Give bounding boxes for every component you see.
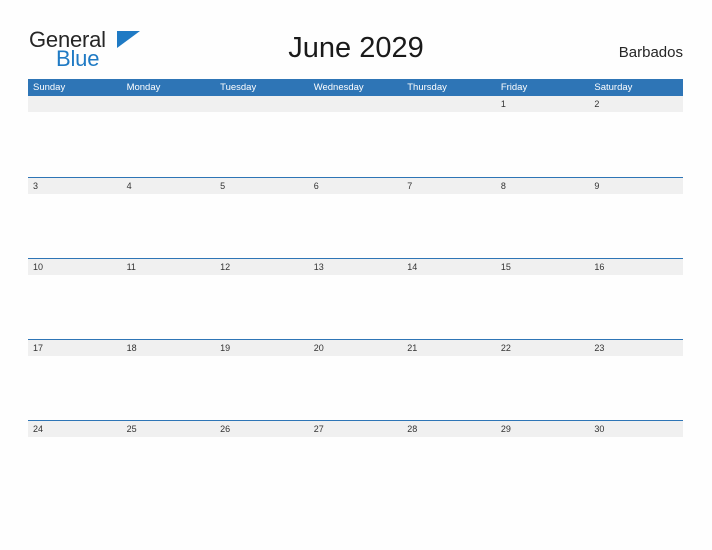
page-title: June 2029 bbox=[288, 32, 424, 64]
weekday-header-monday: Monday bbox=[126, 82, 161, 93]
day-cell[interactable]: 1 bbox=[496, 96, 590, 112]
day-cell[interactable]: 26 bbox=[215, 421, 309, 437]
day-cell[interactable]: 9 bbox=[589, 178, 683, 194]
weekday-header-thursday: Thursday bbox=[407, 82, 447, 93]
day-cell[interactable]: 19 bbox=[215, 340, 309, 356]
day-cell[interactable]: 14 bbox=[402, 259, 496, 275]
day-cell[interactable] bbox=[402, 96, 496, 112]
day-cell[interactable]: 28 bbox=[402, 421, 496, 437]
day-cell[interactable]: 8 bbox=[496, 178, 590, 194]
day-cell[interactable]: 20 bbox=[309, 340, 403, 356]
week-row: 17 18 19 20 21 22 23 bbox=[28, 339, 683, 420]
day-cell[interactable]: 17 bbox=[28, 340, 122, 356]
week-note-area[interactable] bbox=[28, 437, 683, 501]
day-cell[interactable]: 25 bbox=[122, 421, 216, 437]
day-cell[interactable]: 12 bbox=[215, 259, 309, 275]
weekday-header-saturday: Saturday bbox=[594, 82, 633, 93]
day-cell[interactable] bbox=[28, 96, 122, 112]
week-row: 1 2 bbox=[28, 96, 683, 177]
week-date-band: 24 25 26 27 28 29 30 bbox=[28, 420, 683, 437]
week-date-band: 3 4 5 6 7 8 9 bbox=[28, 177, 683, 194]
day-cell[interactable] bbox=[215, 96, 309, 112]
week-row: 3 4 5 6 7 8 9 bbox=[28, 177, 683, 258]
page-header: General Blue June 2029 Barbados bbox=[0, 0, 712, 78]
day-cell[interactable]: 4 bbox=[122, 178, 216, 194]
weekday-header-sunday: Sunday bbox=[33, 82, 66, 93]
day-cell[interactable]: 24 bbox=[28, 421, 122, 437]
day-cell[interactable]: 27 bbox=[309, 421, 403, 437]
calendar-grid: Sunday Monday Tuesday Wednesday Thursday… bbox=[28, 79, 683, 501]
week-note-area[interactable] bbox=[28, 356, 683, 420]
day-cell[interactable]: 13 bbox=[309, 259, 403, 275]
locale-label: Barbados bbox=[618, 44, 683, 61]
week-note-area[interactable] bbox=[28, 275, 683, 339]
day-cell[interactable]: 18 bbox=[122, 340, 216, 356]
day-cell[interactable]: 30 bbox=[589, 421, 683, 437]
weekday-header-friday: Friday bbox=[500, 82, 528, 93]
week-note-area[interactable] bbox=[28, 194, 683, 258]
day-cell[interactable]: 5 bbox=[215, 178, 309, 194]
day-cell[interactable] bbox=[122, 96, 216, 112]
week-date-band: 10 11 12 13 14 15 16 bbox=[28, 258, 683, 275]
day-cell[interactable]: 29 bbox=[496, 421, 590, 437]
day-cell[interactable]: 11 bbox=[122, 259, 216, 275]
day-cell[interactable]: 22 bbox=[496, 340, 590, 356]
week-note-area[interactable] bbox=[28, 112, 683, 176]
week-date-band: 1 2 bbox=[28, 96, 683, 112]
day-cell[interactable]: 16 bbox=[589, 259, 683, 275]
day-cell[interactable]: 21 bbox=[402, 340, 496, 356]
week-date-band: 17 18 19 20 21 22 23 bbox=[28, 339, 683, 356]
weekday-header-tuesday: Tuesday bbox=[220, 82, 257, 93]
week-row: 10 11 12 13 14 15 16 bbox=[28, 258, 683, 339]
day-cell[interactable] bbox=[309, 96, 403, 112]
day-cell[interactable]: 23 bbox=[589, 340, 683, 356]
day-cell[interactable]: 7 bbox=[402, 178, 496, 194]
weekday-header-row: Sunday Monday Tuesday Wednesday Thursday… bbox=[28, 79, 683, 96]
week-row: 24 25 26 27 28 29 30 bbox=[28, 420, 683, 501]
day-cell[interactable]: 15 bbox=[496, 259, 590, 275]
day-cell[interactable]: 10 bbox=[28, 259, 122, 275]
weekday-header-wednesday: Wednesday bbox=[313, 82, 364, 93]
day-cell[interactable]: 3 bbox=[28, 178, 122, 194]
day-cell[interactable]: 6 bbox=[309, 178, 403, 194]
day-cell[interactable]: 2 bbox=[589, 96, 683, 112]
